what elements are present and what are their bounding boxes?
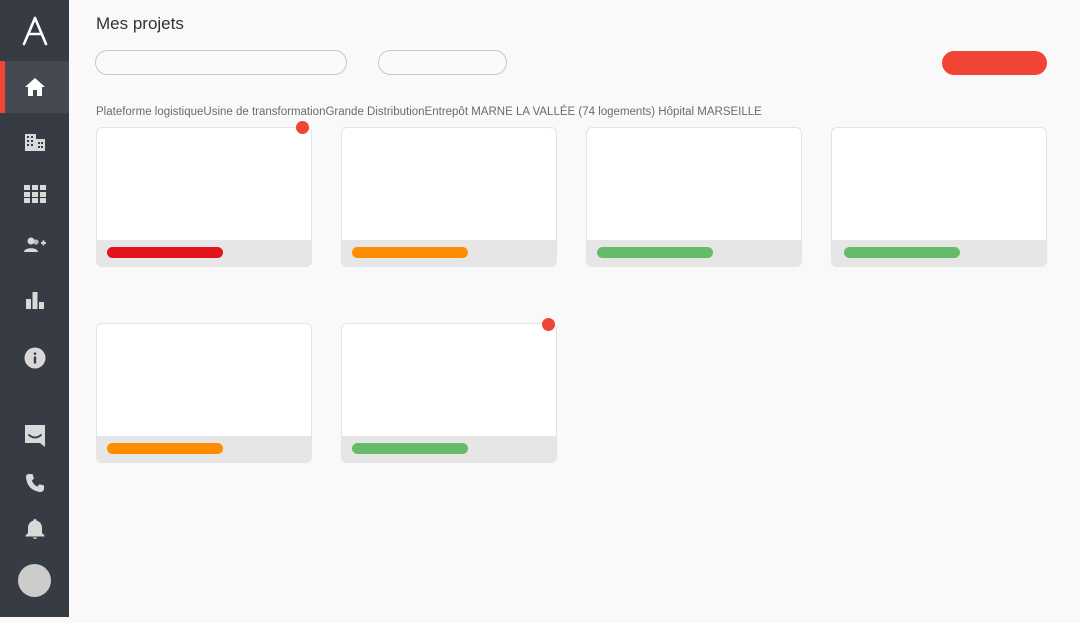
project-card[interactable]	[341, 323, 557, 463]
status-bar-green	[597, 247, 713, 258]
bar-chart-icon	[25, 292, 44, 309]
card-footer	[342, 240, 556, 266]
status-bar-green	[844, 247, 960, 258]
filter-select[interactable]	[378, 50, 507, 75]
sidebar-item-info[interactable]	[0, 332, 69, 384]
status-bar-green	[352, 443, 468, 454]
add-user-icon	[23, 237, 46, 252]
home-icon	[24, 78, 45, 96]
sidebar-item-add-user[interactable]	[0, 219, 69, 271]
project-card[interactable]	[96, 127, 312, 267]
search-input[interactable]	[95, 50, 347, 75]
sidebar-item-buildings[interactable]	[0, 116, 69, 168]
bell-icon	[25, 519, 44, 539]
sidebar	[0, 0, 69, 617]
project-names-line: Plateforme logistiqueUsine de transforma…	[96, 106, 762, 118]
status-bar-orange	[352, 247, 468, 258]
sidebar-item-notifications[interactable]	[0, 503, 69, 555]
card-footer	[587, 240, 801, 266]
project-card[interactable]	[831, 127, 1047, 267]
page-title: Mes projets	[96, 14, 184, 33]
sidebar-item-chat[interactable]	[0, 410, 69, 462]
project-card[interactable]	[586, 127, 802, 267]
phone-icon	[25, 474, 44, 492]
card-footer	[342, 436, 556, 462]
status-bar-orange	[107, 443, 223, 454]
grid-icon	[23, 185, 46, 203]
card-footer	[832, 240, 1046, 266]
project-card[interactable]	[96, 323, 312, 463]
chat-icon	[24, 425, 45, 447]
status-bar-red	[107, 247, 223, 258]
sidebar-item-stats[interactable]	[0, 274, 69, 326]
project-card[interactable]	[341, 127, 557, 267]
sidebar-item-phone[interactable]	[0, 457, 69, 509]
card-footer	[97, 240, 311, 266]
avatar[interactable]	[18, 564, 51, 597]
card-footer	[97, 436, 311, 462]
info-icon	[24, 347, 45, 369]
notification-dot	[296, 121, 309, 134]
building-icon	[24, 134, 45, 151]
new-project-button[interactable]	[942, 51, 1047, 75]
app-logo[interactable]	[0, 0, 69, 61]
logo-a-icon	[22, 16, 47, 45]
sidebar-item-grid[interactable]	[0, 168, 69, 220]
notification-dot	[542, 318, 555, 331]
sidebar-item-home[interactable]	[0, 61, 69, 113]
